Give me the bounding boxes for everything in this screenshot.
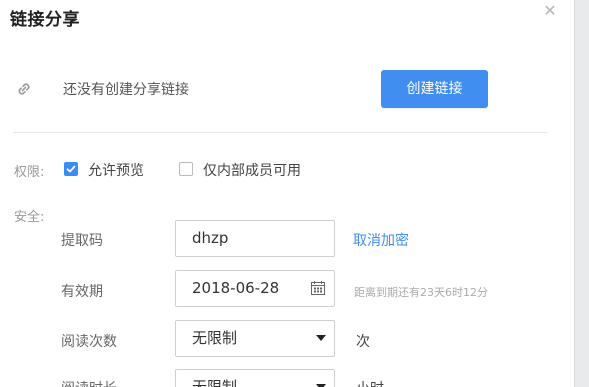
read-duration-select[interactable]: 无限制 bbox=[175, 369, 335, 387]
allow-preview-checkbox[interactable] bbox=[64, 162, 78, 176]
read-duration-unit: 小时 bbox=[356, 378, 384, 387]
divider bbox=[13, 132, 548, 133]
permission-label: 权限: bbox=[14, 165, 45, 180]
calendar-icon[interactable] bbox=[310, 280, 326, 296]
dialog-title: 链接分享 bbox=[10, 10, 80, 30]
read-count-select[interactable]: 无限制 bbox=[175, 320, 335, 357]
read-count-unit: 次 bbox=[356, 334, 370, 350]
validity-date-input[interactable]: 2018-06-28 bbox=[175, 270, 335, 307]
link-empty-text: 还没有创建分享链接 bbox=[63, 82, 189, 98]
read-duration-label: 阅读时长 bbox=[61, 378, 117, 387]
validity-label: 有效期 bbox=[61, 284, 103, 300]
security-label: 安全: bbox=[14, 210, 45, 225]
internal-only-checkbox[interactable] bbox=[179, 162, 193, 176]
share-link-dialog: 链接分享 ✕ 还没有创建分享链接 创建链接 权限: 允许预览 仅内部成员可用 安… bbox=[0, 0, 575, 387]
link-icon bbox=[18, 83, 30, 95]
validity-date-value: 2018-06-28 bbox=[192, 279, 280, 297]
cancel-encryption-link[interactable]: 取消加密 bbox=[353, 230, 409, 250]
allow-preview-label[interactable]: 允许预览 bbox=[88, 160, 144, 180]
internal-only-label[interactable]: 仅内部成员可用 bbox=[203, 160, 301, 180]
chevron-down-icon bbox=[316, 335, 326, 341]
read-count-label: 阅读次数 bbox=[61, 334, 117, 350]
read-duration-value: 无限制 bbox=[192, 378, 238, 387]
read-count-value: 无限制 bbox=[192, 329, 238, 347]
close-icon[interactable]: ✕ bbox=[541, 2, 559, 20]
extraction-code-label: 提取码 bbox=[61, 233, 103, 249]
extraction-code-input[interactable]: dhzp bbox=[175, 220, 335, 257]
check-icon bbox=[66, 165, 76, 173]
validity-hint: 距离到期还有23天6时12分 bbox=[354, 286, 488, 299]
create-link-button[interactable]: 创建链接 bbox=[381, 70, 488, 108]
